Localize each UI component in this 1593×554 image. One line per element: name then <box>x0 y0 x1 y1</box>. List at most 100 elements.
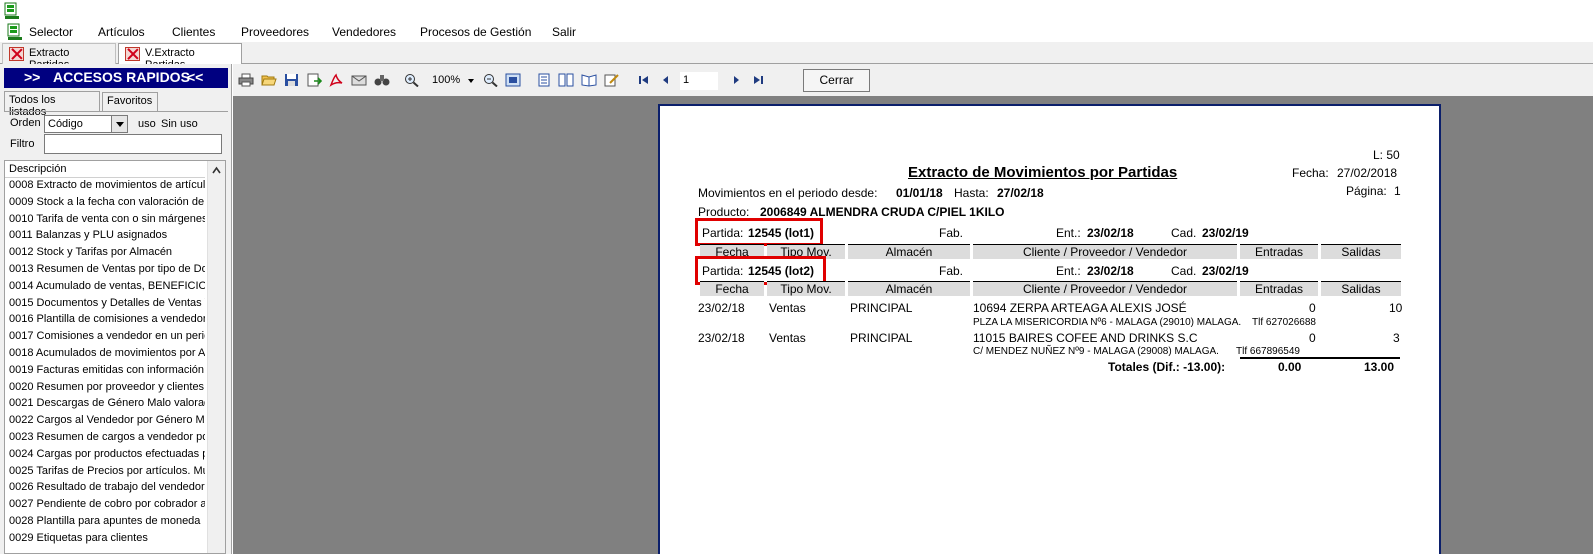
zoom-out-icon[interactable] <box>483 73 499 87</box>
list-item[interactable]: 0017 Comisiones a vendedor en un perioc <box>5 329 205 346</box>
save-icon[interactable] <box>284 73 300 87</box>
last-page-icon[interactable] <box>750 73 766 87</box>
tab-extracto-partidas[interactable]: Extracto Partidas <box>2 43 116 71</box>
menu-clientes[interactable]: Clientes <box>172 25 215 39</box>
app-menu-icon[interactable] <box>7 23 23 41</box>
menu-procesos-gestion[interactable]: Procesos de Gestión <box>420 25 531 39</box>
binoculars-icon[interactable] <box>374 73 390 87</box>
list-header-descripcion[interactable]: Descripción <box>5 161 205 178</box>
zoom-select[interactable]: 100% <box>429 72 477 90</box>
menu-salir[interactable]: Salir <box>552 25 576 39</box>
book-icon[interactable] <box>581 73 597 87</box>
chevron-down-icon[interactable] <box>111 116 127 132</box>
chevron-down-icon[interactable] <box>468 79 474 83</box>
col-fecha: Fecha <box>700 281 764 296</box>
col-entradas: Entradas <box>1240 244 1318 259</box>
previous-page-icon[interactable] <box>658 73 674 87</box>
quick-access-header: >> ACCESOS RAPIDOS << <box>4 68 228 88</box>
col-cliente: Cliente / Proveedor / Vendedor <box>973 281 1237 296</box>
order-label: Orden <box>10 117 41 129</box>
list-item[interactable]: 0015 Documentos y Detalles de Ventas Y <box>5 296 205 313</box>
list-item[interactable]: 0019 Facturas emitidas con información d <box>5 363 205 380</box>
menu-articulos[interactable]: Artículos <box>98 25 145 39</box>
col-tipo-mov: Tipo Mov. <box>767 281 845 296</box>
list-item[interactable]: 0025 Tarifas de Precios por artículos. M… <box>5 464 205 481</box>
list-item[interactable]: 0023 Resumen de cargos a vendedor por <box>5 430 205 447</box>
collapse-button[interactable]: << <box>187 69 203 85</box>
expand-button[interactable]: >> <box>24 69 40 85</box>
page-number-input[interactable]: 1 <box>680 72 718 90</box>
close-button[interactable]: Cerrar <box>803 69 870 92</box>
list-item[interactable]: 0026 Resultado de trabajo del vendedor <box>5 480 205 497</box>
row2-almacen: PRINCIPAL <box>850 331 913 345</box>
row1-cliente: 10694 ZERPA ARTEAGA ALEXIS JOSÉ <box>973 301 1187 315</box>
row2-salidas: 3 <box>1393 331 1400 345</box>
list-item[interactable]: 0010 Tarifa de venta con o sin márgenes <box>5 212 205 229</box>
list-scrollbar[interactable] <box>207 161 225 553</box>
menu-selector[interactable]: Selector <box>29 25 73 39</box>
period-from: 01/01/18 <box>896 186 943 200</box>
period-label: Movimientos en el periodo desde: <box>698 186 878 200</box>
fit-page-icon[interactable] <box>505 73 521 87</box>
list-item[interactable]: 0024 Cargas por productos efectuadas p <box>5 447 205 464</box>
ent-lot1: 23/02/18 <box>1087 226 1134 240</box>
menu-vendedores[interactable]: Vendedores <box>332 25 396 39</box>
totals-salidas: 13.00 <box>1364 360 1395 374</box>
tab-v-extracto-partidas[interactable]: V.Extracto Partidas <box>118 43 242 71</box>
menu-proveedores[interactable]: Proveedores <box>241 25 309 39</box>
list-item[interactable]: 0029 Etiquetas para clientes <box>5 531 205 548</box>
filter-input[interactable] <box>44 134 222 154</box>
tabs-divider <box>4 111 228 112</box>
first-page-icon[interactable] <box>636 73 652 87</box>
list-item[interactable]: 0022 Cargos al Vendedor por Género Ma <box>5 413 205 430</box>
report-page-label: Página: <box>1346 184 1387 198</box>
tab-favoritos[interactable]: Favoritos <box>102 92 158 112</box>
list-item[interactable]: 0014 Acumulado de ventas, BENEFICIOS <box>5 279 205 296</box>
print-icon[interactable] <box>238 73 254 87</box>
list-item[interactable]: 0018 Acumulados de movimientos por Art <box>5 346 205 363</box>
row1-tipo: Ventas <box>769 301 806 315</box>
email-icon[interactable] <box>351 73 367 87</box>
row1-direccion: PLZA LA MISERICORDIA Nº6 - MALAGA (29010… <box>973 317 1242 328</box>
list-item[interactable]: 0012 Stock y Tarifas por Almacén <box>5 245 205 262</box>
list-item[interactable]: 0011 Balanzas y PLU asignados <box>5 228 205 245</box>
multi-page-icon[interactable] <box>558 73 574 87</box>
cad-label: Cad. <box>1171 264 1197 278</box>
edit-icon[interactable] <box>604 73 620 87</box>
single-page-icon[interactable] <box>536 73 552 87</box>
document-tabs: Extracto Partidas V.Extracto Partidas <box>0 42 1593 71</box>
export-icon[interactable] <box>306 73 322 87</box>
list-item[interactable]: 0009 Stock a la fecha con valoración de … <box>5 195 205 212</box>
list-item[interactable]: 0013 Resumen de Ventas por tipo de Doc <box>5 262 205 279</box>
col-almacen: Almacén <box>848 244 970 259</box>
menu-bar: Selector Artículos Clientes Proveedores … <box>0 22 1593 42</box>
tab-todos-listados[interactable]: Todos los listados <box>4 91 100 118</box>
report-page-number: 1 <box>1394 184 1401 198</box>
chevron-up-icon[interactable] <box>212 166 221 175</box>
report-title: Extracto de Movimientos por Partidas <box>908 164 1178 181</box>
list-item[interactable]: 0028 Plantilla para apuntes de moneda <box>5 514 205 531</box>
list-item[interactable]: 0021 Descargas de Género Malo valorada <box>5 396 205 413</box>
list-item[interactable]: 0027 Pendiente de cobro por cobrador a l <box>5 497 205 514</box>
close-icon[interactable] <box>125 47 140 61</box>
preview-toolbar: 100% 1 Cerrar <box>233 64 1593 96</box>
open-folder-icon[interactable] <box>261 73 277 87</box>
row2-cliente: 11015 BAIRES COFEE AND DRINKS S.C <box>973 331 1198 345</box>
row1-entradas: 0 <box>1309 301 1316 315</box>
product-value: 2006849 ALMENDRA CRUDA C/PIEL 1KILO <box>760 205 1005 219</box>
row2-entradas: 0 <box>1309 331 1316 345</box>
list-item[interactable]: 0008 Extracto de movimientos de artículo… <box>5 178 205 195</box>
next-page-icon[interactable] <box>728 73 744 87</box>
quick-access-panel: >> ACCESOS RAPIDOS << Todos los listados… <box>0 64 232 554</box>
fab-label: Fab. <box>939 264 964 278</box>
order-select[interactable]: Código <box>44 115 128 133</box>
usage-label: uso <box>138 118 156 130</box>
zoom-in-icon[interactable] <box>404 73 420 87</box>
close-icon[interactable] <box>9 47 24 61</box>
pdf-icon[interactable] <box>328 73 344 87</box>
order-select-value: Código <box>48 118 83 130</box>
list-item[interactable]: 0020 Resumen por proveedor y clientes c <box>5 380 205 397</box>
list-item[interactable]: 0016 Plantilla de comisiones a vendedore… <box>5 312 205 329</box>
period-to-label: Hasta: <box>954 186 989 200</box>
report-preview-area[interactable]: L: 50 Extracto de Movimientos por Partid… <box>233 96 1593 554</box>
